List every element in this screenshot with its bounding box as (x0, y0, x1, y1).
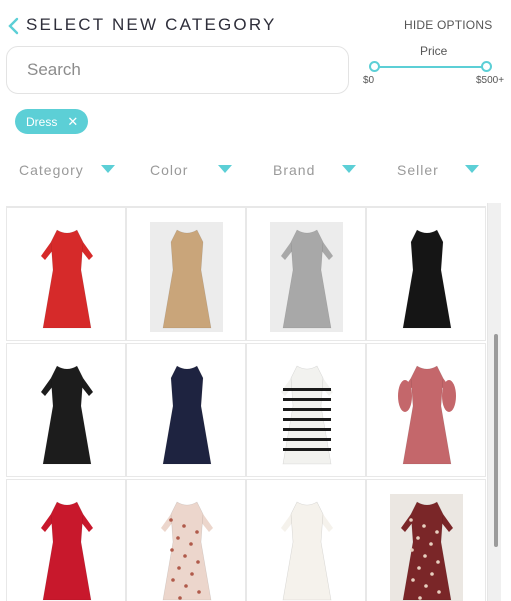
filter-label: Seller (397, 162, 439, 178)
filter-label: Brand (273, 162, 316, 178)
seller-filter[interactable]: Seller (397, 156, 487, 184)
product-tile[interactable] (366, 479, 486, 601)
dress-image (41, 365, 93, 465)
header: SELECT NEW CATEGORY HIDE OPTIONS (0, 0, 511, 50)
price-min-handle[interactable] (369, 61, 380, 72)
product-tile[interactable] (126, 343, 246, 477)
brand-filter[interactable]: Brand (273, 156, 363, 184)
close-icon[interactable]: ✕ (67, 115, 78, 128)
filter-bar: Category Color Brand Seller (0, 156, 511, 184)
price-slider-track[interactable] (374, 66, 486, 68)
dress-image (41, 229, 93, 329)
dress-image (390, 494, 463, 601)
page-title: SELECT NEW CATEGORY (26, 15, 277, 34)
scrollbar[interactable] (487, 203, 501, 601)
dress-image (281, 501, 333, 601)
dress-image (270, 222, 343, 332)
product-tile[interactable] (246, 343, 366, 477)
caret-down-icon (342, 165, 356, 173)
product-tile[interactable] (6, 479, 126, 601)
filter-label: Color (150, 162, 189, 178)
active-filter-chip: Dress ✕ (15, 109, 89, 134)
category-filter[interactable]: Category (19, 156, 119, 184)
product-tile[interactable] (126, 207, 246, 341)
product-tile[interactable] (366, 207, 486, 341)
caret-down-icon (101, 165, 115, 173)
hide-options-button[interactable]: HIDE OPTIONS (404, 18, 492, 32)
price-max-label: $500+ (476, 75, 505, 86)
product-grid (0, 200, 511, 601)
chip-label: Dress (26, 114, 58, 129)
dress-image (398, 365, 456, 465)
chevron-left-icon[interactable] (6, 17, 20, 35)
dress-image (162, 365, 212, 465)
dress-image (402, 229, 452, 329)
product-tile[interactable] (246, 207, 366, 341)
search-input[interactable] (6, 46, 349, 94)
caret-down-icon (218, 165, 232, 173)
filter-label: Category (19, 162, 84, 178)
color-filter[interactable]: Color (150, 156, 240, 184)
scrollbar-thumb[interactable] (494, 334, 498, 547)
product-tile[interactable] (246, 479, 366, 601)
dress-image (281, 365, 333, 465)
caret-down-icon (465, 165, 479, 173)
price-max-handle[interactable] (481, 61, 492, 72)
product-tile[interactable] (6, 343, 126, 477)
price-label: Price (420, 44, 448, 58)
price-min-label: $0 (363, 75, 375, 86)
product-tile[interactable] (126, 479, 246, 601)
product-tile[interactable] (366, 343, 486, 477)
dress-image (161, 501, 213, 601)
dress-image (41, 501, 93, 601)
product-tile[interactable] (6, 207, 126, 341)
dress-image (150, 222, 223, 332)
